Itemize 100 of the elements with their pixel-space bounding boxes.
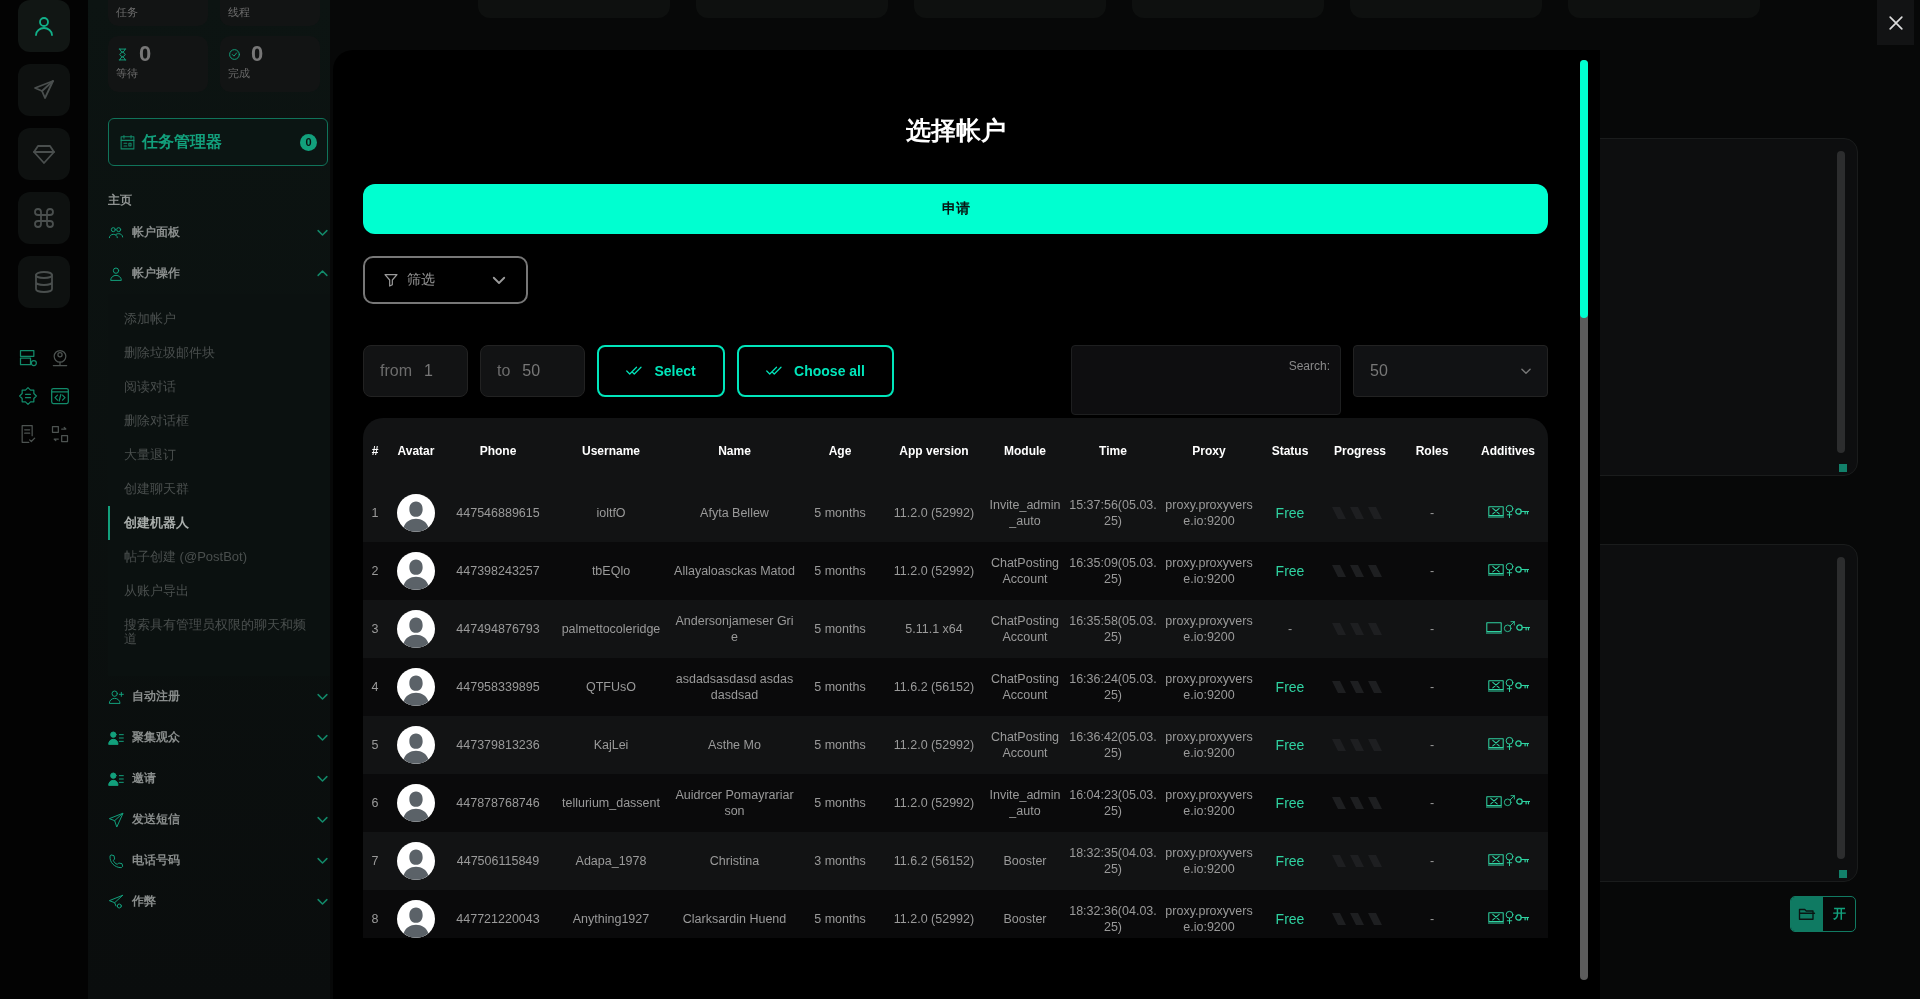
row-number: 5: [363, 716, 387, 774]
to-field[interactable]: to 50: [480, 345, 585, 397]
avatar-icon: [397, 842, 435, 880]
swap-icon[interactable]: [50, 424, 70, 444]
page-size-dropdown[interactable]: 50: [1353, 345, 1548, 397]
table-cell: 447506115849: [445, 832, 551, 890]
table-cell: proxy.proxyverse.io:9200: [1162, 774, 1256, 832]
column-header: Avatar: [396, 443, 436, 460]
choose-all-button[interactable]: Choose all: [737, 345, 894, 397]
database-icon: [32, 270, 56, 294]
users-icon: [108, 224, 124, 241]
user-icon: [32, 14, 56, 38]
table-cell: 18:32:35(04.03.25): [1064, 832, 1162, 890]
table-cell: -: [1396, 774, 1468, 832]
table-cell: proxy.proxyverse.io:9200: [1162, 484, 1256, 542]
table-cell: asdadsasdasd asdasdasdsad: [671, 658, 798, 716]
table-cell: 11.2.0 (52992): [882, 890, 986, 938]
table-cell: ChatPostingAccount: [986, 716, 1064, 774]
settings-icon[interactable]: [18, 386, 38, 406]
row-number: 4: [363, 658, 387, 716]
table-cell: proxy.proxyverse.io:9200: [1162, 600, 1256, 658]
table-cell: 16:35:58(05.03.25): [1064, 600, 1162, 658]
select-button[interactable]: Select: [597, 345, 725, 397]
table-cell: 447398243257: [445, 542, 551, 600]
column-header: Username: [581, 443, 641, 460]
scrollbar[interactable]: [1580, 60, 1588, 980]
close-button[interactable]: [1877, 0, 1914, 45]
stat-label: 等待: [116, 66, 139, 81]
user-pin-icon[interactable]: [50, 348, 70, 368]
column-header: Time: [1098, 443, 1128, 460]
menu-group[interactable]: 发送短信: [108, 799, 330, 840]
apply-button[interactable]: 申请: [363, 184, 1548, 234]
key-icon: [1514, 912, 1529, 922]
avatar-icon: [397, 610, 435, 648]
table-cell: 11.2.0 (52992): [882, 716, 986, 774]
stat-label: 线程: [228, 5, 251, 20]
table-cell: 16:36:42(05.03.25): [1064, 716, 1162, 774]
modal-title: 选择帐户: [904, 115, 1007, 146]
diamond-icon: [32, 142, 56, 166]
filter-dropdown[interactable]: 筛选: [363, 256, 528, 304]
menu-group[interactable]: 电话号码: [108, 840, 330, 881]
column-header: Roles: [1414, 443, 1450, 460]
table-cell: 11.6.2 (56152): [882, 832, 986, 890]
status-cell: -: [1256, 600, 1324, 658]
table-cell: 11.2.0 (52992): [882, 774, 986, 832]
folder-button[interactable]: [1791, 897, 1823, 931]
menu-group[interactable]: 帐户面板: [108, 212, 330, 253]
table-cell: palmettocoleridge: [551, 600, 671, 658]
menu-item[interactable]: 创建机器人: [108, 506, 330, 540]
table-cell: Adapa_1978: [551, 832, 671, 890]
avatar-icon: [397, 784, 435, 822]
status-cell: Free: [1256, 484, 1324, 542]
column-header: Phone: [478, 443, 518, 460]
avatar-icon: [397, 668, 435, 706]
table-cell: Christina: [671, 832, 798, 890]
menu-group[interactable]: 作弊: [108, 881, 330, 922]
table-cell: QTFUsO: [551, 658, 671, 716]
table-cell: 447379813236: [445, 716, 551, 774]
status-cell: Free: [1256, 832, 1324, 890]
rail-button[interactable]: [18, 0, 70, 52]
row-number: 3: [363, 600, 387, 658]
key-icon: [1516, 796, 1530, 806]
status-cell: Free: [1256, 542, 1324, 600]
column-header: Proxy: [1191, 443, 1227, 460]
column-header: Name: [717, 443, 752, 460]
status-cell: Free: [1256, 716, 1324, 774]
table-cell: 447878768746: [445, 774, 551, 832]
menu-group[interactable]: 邀请: [108, 758, 330, 799]
table-cell: 11.2.0 (52992): [882, 484, 986, 542]
table-cell: Booster: [986, 890, 1064, 938]
menu-group[interactable]: 帐户操作: [108, 253, 330, 294]
user-list-icon: [108, 729, 124, 746]
command-icon: [32, 206, 56, 230]
menu-group[interactable]: 聚集观众: [108, 717, 330, 758]
calendar-icon: [119, 133, 136, 151]
table-cell: 16:36:24(05.03.25): [1064, 658, 1162, 716]
hourglass-icon: [116, 47, 129, 61]
table-cell: -: [1396, 658, 1468, 716]
avatar-icon: [397, 726, 435, 764]
table-cell: tbEQlo: [551, 542, 671, 600]
table-cell: 11.6.2 (56152): [882, 658, 986, 716]
check-circle-icon: [228, 47, 241, 61]
table-cell: -: [1396, 890, 1468, 938]
key-icon: [1514, 854, 1529, 864]
table-cell: KajLei: [551, 716, 671, 774]
key-icon: [1514, 738, 1529, 748]
table-cell: 5 months: [798, 716, 882, 774]
from-field[interactable]: from 1: [363, 345, 468, 397]
column-header: Additives: [1480, 443, 1536, 460]
code-window-icon[interactable]: [50, 386, 70, 406]
search-field[interactable]: Search:: [1071, 345, 1341, 415]
scrollbar-thumb[interactable]: [1580, 60, 1588, 318]
server-icon[interactable]: [18, 348, 38, 368]
table-cell: Andersonjameser Grie: [671, 600, 798, 658]
table-cell: -: [1396, 542, 1468, 600]
task-manager-button[interactable]: 任务管理器 0: [108, 118, 328, 166]
table-cell: 447721220043: [445, 890, 551, 938]
table-cell: -: [1396, 832, 1468, 890]
menu-group[interactable]: 自动注册: [108, 676, 330, 717]
user-add-icon: [108, 688, 124, 705]
